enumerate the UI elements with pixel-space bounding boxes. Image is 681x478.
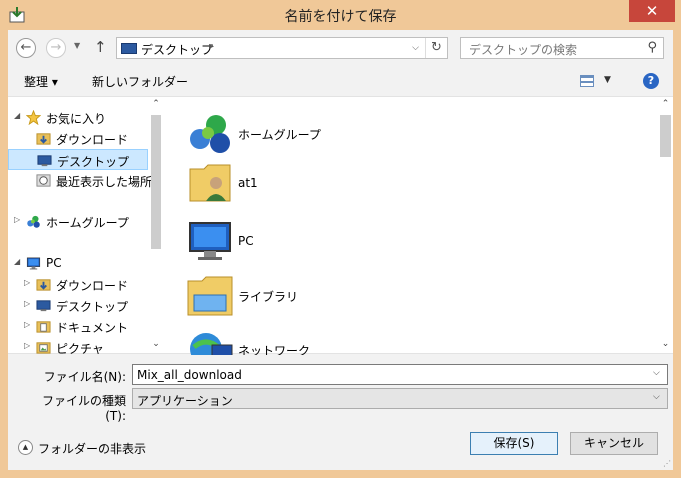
chevron-down-icon[interactable]: ⌵ — [653, 392, 660, 402]
address-row: ← → ▼ ↑ デスクトップ ▸ ⌵ ↻ デスクトップの検索 ⚲ — [8, 30, 673, 66]
forward-button[interactable]: → — [46, 38, 66, 58]
cancel-button[interactable]: キャンセル — [570, 432, 658, 455]
recent-locations-dropdown-icon[interactable]: ▼ — [74, 41, 80, 50]
desktop-icon — [36, 298, 51, 312]
nav-item[interactable]: ▷ ドキュメント — [8, 316, 148, 337]
homegroup-icon — [186, 109, 234, 157]
chevron-up-icon[interactable]: ⌃ — [150, 99, 162, 109]
expand-toggle-icon[interactable]: ▷ — [24, 341, 30, 350]
documents-folder-icon — [36, 319, 51, 333]
chevron-down-icon[interactable]: ⌄ — [150, 339, 162, 349]
chevron-up-icon: ▲ — [18, 440, 33, 455]
save-as-dialog: 名前を付けて保存 ✕ ← → ▼ ↑ デスクトップ ▸ ⌵ ↻ デスクトップの検… — [0, 0, 681, 478]
dialog-client: ← → ▼ ↑ デスクトップ ▸ ⌵ ↻ デスクトップの検索 ⚲ 整理 ▾ 新し… — [8, 30, 673, 470]
expand-toggle-icon[interactable]: ▷ — [24, 299, 30, 308]
nav-scroll-thumb[interactable] — [151, 115, 161, 249]
back-button[interactable]: ← — [16, 38, 36, 58]
nav-item-label: ピクチャ — [56, 342, 104, 355]
content-item[interactable]: ホームグループ — [186, 109, 386, 159]
content-item-label: at1 — [238, 176, 258, 190]
nav-item[interactable]: 最近表示した場所 — [8, 170, 152, 191]
chevron-down-icon[interactable]: ⌵ — [653, 368, 660, 378]
content-item[interactable]: ネットワーク — [186, 325, 386, 355]
recent-places-icon — [36, 173, 51, 187]
chevron-right-icon[interactable]: ▸ — [209, 41, 214, 52]
nav-item[interactable]: ▷ ダウンロード — [8, 274, 148, 295]
content-item-label: ホームグループ — [238, 128, 321, 142]
chevron-down-icon[interactable]: ⌵ — [412, 43, 419, 53]
save-button[interactable]: 保存(S) — [470, 432, 558, 455]
content-item-label: ネットワーク — [238, 344, 311, 355]
nav-item-label: PC — [46, 256, 62, 270]
pc-icon — [186, 217, 234, 265]
help-icon[interactable]: ? — [643, 73, 659, 89]
chevron-down-icon[interactable]: ⌄ — [658, 339, 673, 349]
pictures-folder-icon — [36, 340, 51, 354]
filetype-label: ファイルの種類(T): — [41, 394, 126, 423]
nav-item-label: お気に入り — [46, 112, 107, 126]
content-item[interactable]: ライブラリ — [186, 271, 386, 321]
search-placeholder: デスクトップの検索 — [469, 43, 578, 57]
nav-item-label: デスクトップ — [57, 155, 130, 169]
nav-item-label: ダウンロード — [56, 279, 129, 293]
expand-toggle-icon[interactable]: ▷ — [14, 215, 20, 224]
close-button[interactable]: ✕ — [629, 0, 675, 22]
nav-item[interactable]: デスクトップ — [8, 149, 148, 170]
desktop-icon — [121, 43, 137, 54]
nav-item[interactable]: ▷ ピクチャ — [8, 337, 148, 355]
address-bar[interactable]: デスクトップ ▸ ⌵ ↻ — [116, 37, 448, 59]
search-input[interactable]: デスクトップの検索 ⚲ — [460, 37, 664, 59]
content-item[interactable]: PC — [186, 217, 386, 267]
nav-pane-scrollbar[interactable]: ⌃ ⌄ — [150, 97, 162, 355]
expand-toggle-icon[interactable]: ▷ — [24, 278, 30, 287]
title-bar[interactable]: 名前を付けて保存 ✕ — [0, 0, 681, 30]
content-scrollbar[interactable]: ⌃ ⌄ — [658, 97, 673, 355]
expand-toggle-icon[interactable]: ◢ — [14, 257, 20, 266]
desktop-icon — [37, 153, 52, 167]
homegroup-icon — [26, 214, 41, 228]
window-title: 名前を付けて保存 — [284, 9, 397, 25]
pc-icon — [26, 256, 41, 270]
nav-item-label: 最近表示した場所 — [56, 175, 153, 189]
organize-menu[interactable]: 整理 ▾ — [24, 73, 58, 90]
content-item[interactable]: at1 — [186, 159, 386, 209]
nav-item[interactable]: ▷ デスクトップ — [8, 295, 148, 316]
content-item-label: ライブラリ — [238, 290, 299, 304]
new-folder-button[interactable]: 新しいフォルダー — [92, 73, 188, 90]
expand-toggle-icon[interactable]: ▷ — [24, 320, 30, 329]
nav-item-label: ダウンロード — [56, 133, 129, 147]
expand-toggle-icon[interactable]: ◢ — [14, 111, 20, 120]
browser-panes: ◢ お気に入り ダウンロード デスクトップ 最近表示した場所 ▷ ホームグループ ◢ PC ▷ ダウ… — [8, 96, 673, 355]
star-icon — [25, 109, 42, 126]
libraries-icon — [186, 271, 234, 319]
nav-item[interactable]: ▷ ホームグループ — [8, 211, 148, 232]
nav-item[interactable]: ◢ PC — [8, 253, 148, 274]
view-options-icon[interactable] — [580, 75, 594, 87]
nav-item-label: ホームグループ — [46, 216, 129, 230]
filetype-select[interactable]: アプリケーション — [132, 388, 668, 409]
navigation-pane: ◢ お気に入り ダウンロード デスクトップ 最近表示した場所 ▷ ホームグループ ◢ PC ▷ ダウ… — [8, 97, 164, 355]
refresh-icon[interactable]: ↻ — [425, 38, 447, 58]
search-icon[interactable]: ⚲ — [647, 40, 657, 55]
nav-item-label: デスクトップ — [56, 300, 129, 314]
downloads-folder-icon — [36, 131, 51, 145]
downloads-folder-icon — [36, 277, 51, 291]
content-scroll-thumb[interactable] — [660, 115, 671, 157]
nav-item[interactable]: ダウンロード — [8, 128, 148, 149]
resize-grip-icon[interactable]: ⋰ — [663, 459, 671, 468]
filename-input[interactable] — [132, 364, 668, 385]
content-pane: ホームグループ at1 PC ライブラリネットワーク — [168, 97, 658, 355]
nav-item-label: ドキュメント — [56, 321, 129, 335]
user-folder-icon — [186, 159, 234, 207]
nav-item[interactable]: ◢ お気に入り — [8, 107, 148, 128]
up-arrow-icon[interactable]: ↑ — [94, 38, 107, 56]
chevron-up-icon[interactable]: ⌃ — [658, 99, 673, 109]
content-item-label: PC — [238, 234, 254, 248]
address-location[interactable]: デスクトップ — [141, 41, 213, 58]
hide-folders-label: フォルダーの非表示 — [38, 442, 147, 456]
chevron-down-icon[interactable]: ▼ — [604, 75, 611, 85]
toolbar: 整理 ▾ 新しいフォルダー ▼ ? — [8, 66, 673, 96]
filename-label: ファイル名(N): — [43, 370, 126, 384]
network-icon — [186, 325, 234, 355]
